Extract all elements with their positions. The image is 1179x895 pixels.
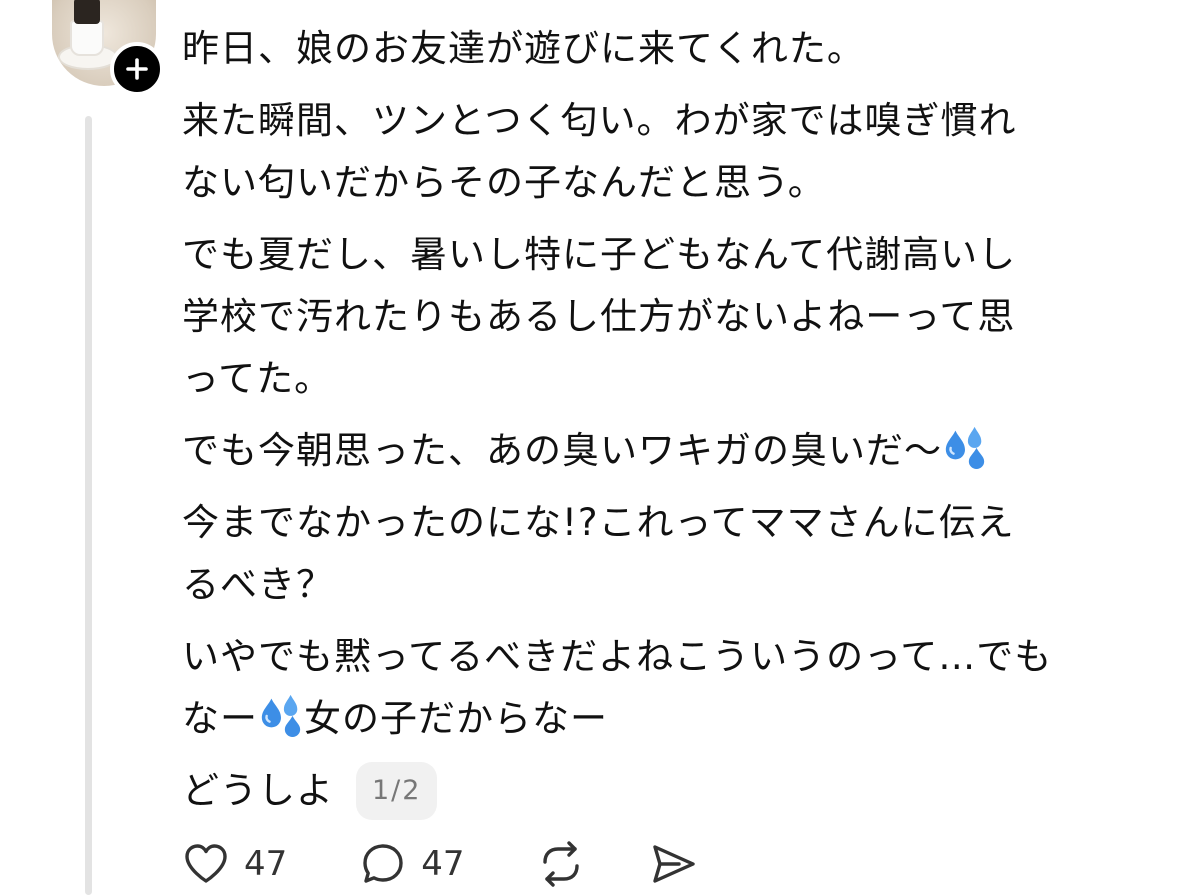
text-segment: なー [182,697,258,740]
sweat-droplets-icon [945,426,985,469]
plus-icon [126,58,148,80]
action-bar: 47 47 [182,834,697,894]
avatar-drink [74,0,100,24]
text-segment: でも今朝思った、あの臭いワキガの臭いだ〜 [182,429,942,472]
repost-icon [542,841,579,887]
text-line-with-emoji: でも今朝思った、あの臭いワキガの臭いだ〜 [182,420,1162,482]
paragraph: 来た瞬間、ツンとつく匂い。わが家では嗅ぎ慣れ ない匂いだからその子なんだと思う。 [182,90,1162,214]
text-line: ってた。 [182,357,333,400]
paragraph: 今までなかったのにな!?これってママさんに伝え るべき？ [182,492,1162,616]
paragraph: でも夏だし、暑いし特に子どもなんて代謝高いし 学校で汚れたりもあるし仕方がないよ… [182,224,1162,410]
text-line: 今までなかったのにな!?これってママさんに伝え [182,501,1015,544]
text-line: 来た瞬間、ツンとつく匂い。わが家では嗅ぎ慣れ [182,99,1017,142]
text-line-with-emoji: なー 女の子だからなー [182,688,1162,750]
follow-button[interactable] [110,42,164,96]
heart-icon [185,844,227,883]
text-line: ない匂いだからその子なんだと思う。 [182,161,826,204]
thread-line [85,116,92,895]
share-button[interactable] [649,840,697,888]
paragraph: でも今朝思った、あの臭いワキガの臭いだ〜 [182,420,1162,482]
reply-count: 47 [421,844,465,884]
text-segment: 女の子だからなー [304,697,608,740]
text-line: どうしよ [182,769,334,812]
like-button[interactable]: 47 [182,840,287,888]
text-line: でも夏だし、暑いし特に子どもなんて代謝高いし [182,233,1017,276]
comment-icon [363,844,403,883]
send-icon [652,845,695,883]
text-line: るべき？ [182,563,334,606]
paragraph: 昨日、娘のお友達が遊びに来てくれた。 [182,18,1162,80]
like-count: 47 [244,844,288,884]
text-line: いやでも黙ってるべきだよねこういうのって…でも [182,635,1053,678]
paragraph: どうしよ 1/2 [182,760,1162,822]
text-line: 学校で汚れたりもあるし仕方がないよねーって思 [182,295,1016,338]
repost-button[interactable] [537,840,585,888]
post-text: 昨日、娘のお友達が遊びに来てくれた。 来た瞬間、ツンとつく匂い。わが家では嗅ぎ慣… [182,18,1162,832]
page-counter-badge: 1/2 [356,762,438,820]
paragraph: いやでも黙ってるべきだよねこういうのって…でも なー 女の子だからなー [182,626,1162,750]
avatar-cup [70,20,104,56]
sweat-droplets-icon [261,694,301,737]
text-line: 昨日、娘のお友達が遊びに来てくれた。 [182,27,865,70]
reply-button[interactable]: 47 [359,840,465,888]
post-container: 昨日、娘のお友達が遊びに来てくれた。 来た瞬間、ツンとつく匂い。わが家では嗅ぎ慣… [0,0,1179,895]
